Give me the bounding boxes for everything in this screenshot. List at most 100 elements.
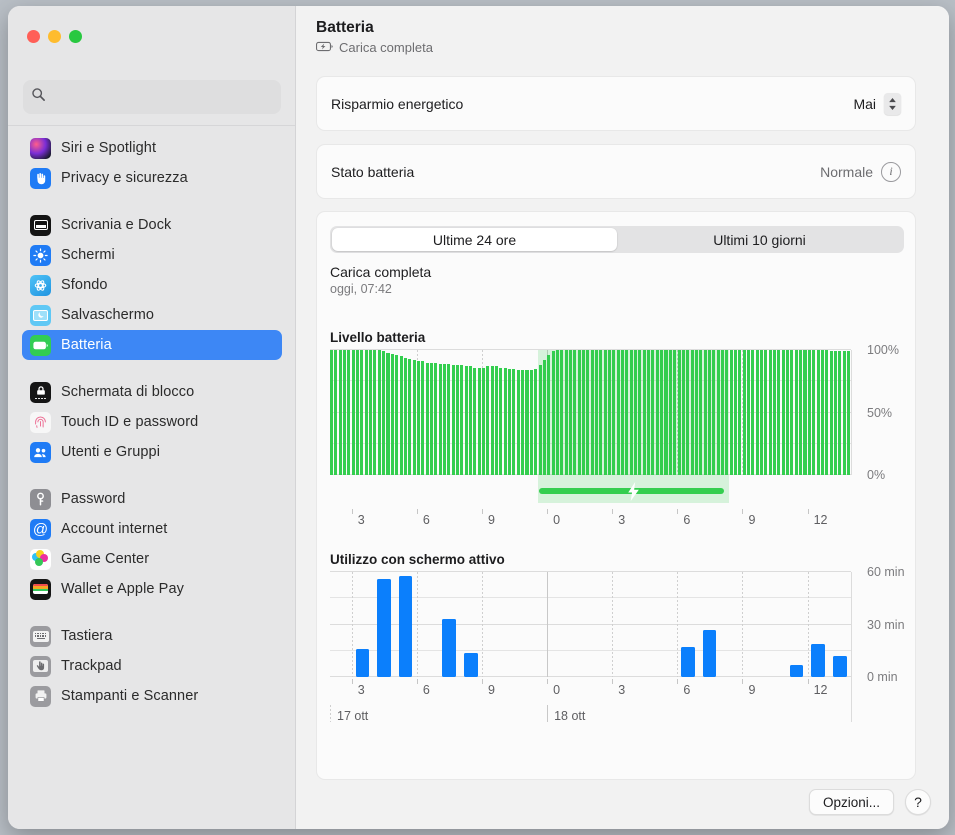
battery-bar: [334, 350, 337, 475]
battery-bar: [799, 350, 802, 475]
battery-bar: [443, 364, 446, 475]
sidebar-item-tastiera[interactable]: Tastiera: [22, 621, 282, 651]
brightness-icon: [30, 245, 51, 266]
sidebar-item-label: Password: [61, 491, 125, 507]
tab-ultime-24-ore[interactable]: Ultime 24 ore: [332, 228, 617, 251]
battery-bar: [339, 350, 342, 475]
x-tick-mark: [417, 509, 418, 514]
usage-y-axis: 0 min30 min60 min: [867, 572, 937, 677]
sidebar-group-4: TastieraTrackpadStampanti e Scanner: [22, 617, 282, 715]
help-button[interactable]: ?: [905, 789, 931, 815]
battery-bar: [534, 369, 537, 475]
x-tick-label: 12: [814, 683, 828, 697]
power-mode-stepper[interactable]: [884, 93, 901, 115]
power-mode-label: Risparmio energetico: [331, 96, 463, 112]
bolt-icon: [626, 481, 642, 501]
power-mode-value: Mai: [853, 96, 876, 112]
sidebar-group-0: Siri e SpotlightPrivacy e sicurezza: [22, 129, 282, 197]
battery-bar: [456, 365, 459, 475]
battery-bar: [343, 350, 346, 475]
battery-bar: [386, 353, 389, 476]
maximize-button[interactable]: [69, 30, 82, 43]
sidebar: Siri e SpotlightPrivacy e sicurezza Scriv…: [8, 6, 296, 829]
battery-bar: [330, 350, 333, 475]
battery-bar: [512, 369, 515, 475]
battery-bar: [764, 350, 767, 475]
sidebar-item-trackpad[interactable]: Trackpad: [22, 651, 282, 681]
sidebar-item-touch-id-e-password[interactable]: Touch ID e password: [22, 407, 282, 437]
battery-bar: [738, 350, 741, 475]
sidebar-item-privacy-e-sicurezza[interactable]: Privacy e sicurezza: [22, 163, 282, 193]
battery-bar: [830, 351, 833, 475]
charge-status: Carica completa oggi, 07:42: [330, 264, 431, 296]
battery-bar: [395, 355, 398, 475]
battery-bar: [743, 350, 746, 475]
usage-bar: [356, 649, 369, 677]
x-tick-mark: [742, 509, 743, 514]
battery-bar: [400, 356, 403, 475]
axis-right: [851, 572, 852, 722]
battery-bar: [391, 354, 394, 475]
search-icon: [31, 87, 46, 107]
battery-bar: [777, 350, 780, 475]
battery-bar: [834, 351, 837, 475]
battery-bar: [439, 364, 442, 475]
tab-ultimi-10-giorni[interactable]: Ultimi 10 giorni: [617, 228, 902, 251]
search-field[interactable]: [23, 80, 281, 114]
battery-bar: [491, 366, 494, 475]
printer-icon: [30, 686, 51, 707]
usage-bar: [464, 653, 477, 678]
sidebar-item-game-center[interactable]: Game Center: [22, 544, 282, 574]
sidebar-item-label: Wallet e Apple Pay: [61, 581, 184, 597]
x-tick-mark: [742, 679, 743, 684]
usage-history-card: Ultime 24 ore Ultimi 10 giorni Carica co…: [316, 211, 916, 780]
battery-chart-title: Livello batteria: [330, 330, 425, 345]
dock-icon: [30, 215, 51, 236]
content-pane: Batteria Carica completa Risparmio energ…: [296, 6, 949, 829]
battery-bar: [508, 369, 511, 475]
info-icon[interactable]: i: [881, 162, 901, 182]
gridline-v: [547, 572, 548, 677]
battery-bar: [517, 370, 520, 475]
sidebar-item-siri-e-spotlight[interactable]: Siri e Spotlight: [22, 133, 282, 163]
battery-bar: [786, 350, 789, 475]
sidebar-item-schermi[interactable]: Schermi: [22, 240, 282, 270]
minimize-button[interactable]: [48, 30, 61, 43]
sidebar-item-utenti-e-gruppi[interactable]: Utenti e Gruppi: [22, 437, 282, 467]
search-input[interactable]: [52, 89, 273, 105]
y-tick-label: 30 min: [867, 618, 905, 632]
x-tick-mark: [547, 679, 548, 684]
sidebar-item-password[interactable]: Password: [22, 484, 282, 514]
x-tick-mark: [612, 509, 613, 514]
sidebar-item-salvaschermo[interactable]: Salvaschermo: [22, 300, 282, 330]
y-tick-label: 0 min: [867, 670, 898, 684]
day-label: 17 ott: [337, 709, 368, 723]
sidebar-item-schermata-di-blocco[interactable]: Schermata di blocco: [22, 377, 282, 407]
sidebar-group-3: Password @Account internetGame Center Wall…: [22, 480, 282, 608]
close-button[interactable]: [27, 30, 40, 43]
sidebar-item-scrivania-e-dock[interactable]: Scrivania e Dock: [22, 210, 282, 240]
sidebar-item-sfondo[interactable]: Sfondo: [22, 270, 282, 300]
options-button[interactable]: Opzioni...: [809, 789, 894, 815]
y-tick-label: 100%: [867, 343, 899, 357]
sidebar-item-label: Schermi: [61, 247, 115, 263]
x-tick-label: 6: [683, 513, 690, 527]
sidebar-item-batteria[interactable]: Batteria: [22, 330, 282, 360]
sidebar-item-label: Schermata di blocco: [61, 384, 194, 400]
sidebar-item-stampanti-e-scanner[interactable]: Stampanti e Scanner: [22, 681, 282, 711]
battery-bar: [769, 350, 772, 475]
sidebar-item-account-internet[interactable]: @Account internet: [22, 514, 282, 544]
x-tick-label: 3: [358, 513, 365, 527]
at-icon: @: [30, 519, 51, 540]
gridline-v: [742, 572, 743, 677]
battery-bar: [521, 370, 524, 475]
battery-bar: [360, 350, 363, 475]
battery-bar: [373, 350, 376, 475]
battery-icon: [30, 335, 51, 356]
sidebar-item-label: Salvaschermo: [61, 307, 154, 323]
y-tick-label: 60 min: [867, 565, 905, 579]
sidebar-item-label: Scrivania e Dock: [61, 217, 171, 233]
sidebar-item-wallet-e-apple-pay[interactable]: Wallet e Apple Pay: [22, 574, 282, 604]
battery-bar: [812, 350, 815, 475]
battery-bar: [452, 365, 455, 475]
